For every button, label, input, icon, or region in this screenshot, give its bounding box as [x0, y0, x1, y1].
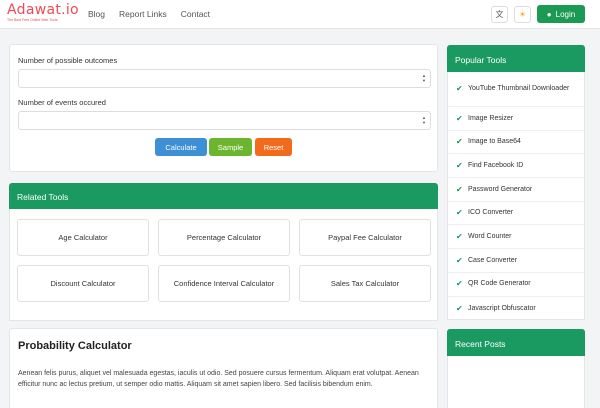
tool-sales-tax-calculator[interactable]: Sales Tax Calculator	[299, 265, 431, 302]
check-icon: ✔	[456, 255, 463, 265]
recent-posts-title: Recent Posts	[447, 329, 585, 356]
events-input[interactable]: ▲ ▼	[18, 111, 431, 130]
popular-tool-item[interactable]: ✔ QR Code Generator	[448, 273, 584, 297]
outcomes-label: Number of possible outcomes	[18, 56, 118, 65]
recent-posts-list	[447, 356, 585, 408]
check-icon: ✔	[456, 137, 463, 147]
popular-tools-title: Popular Tools	[447, 45, 585, 72]
login-button[interactable]: ● Login	[537, 5, 585, 23]
popular-tools-list: ✔ YouTube Thumbnail Downloader ✔ Image R…	[447, 72, 585, 320]
tool-confidence-interval-calculator[interactable]: Confidence Interval Calculator	[158, 265, 290, 302]
popular-tool-label: QR Code Generator	[468, 280, 531, 288]
popular-tool-item[interactable]: ✔ YouTube Thumbnail Downloader	[448, 72, 584, 107]
reset-button[interactable]: Reset	[255, 138, 292, 156]
check-icon: ✔	[456, 208, 463, 218]
site-logo[interactable]: Adawat.io The Best Free Online Web Tools	[7, 3, 79, 23]
login-label: Login	[555, 9, 576, 19]
popular-tool-item[interactable]: ✔ Image to Base64	[448, 131, 584, 155]
popular-tool-item[interactable]: ✔ ICO Converter	[448, 202, 584, 226]
check-icon: ✔	[456, 279, 463, 289]
article-card: Probability Calculator Aenean felis puru…	[9, 328, 438, 408]
nav-report-links[interactable]: Report Links	[119, 9, 167, 19]
popular-tool-label: ICO Converter	[468, 209, 514, 217]
tool-percentage-calculator[interactable]: Percentage Calculator	[158, 219, 290, 256]
popular-tool-item[interactable]: ✔ Password Generator	[448, 178, 584, 202]
popular-tool-item[interactable]: ✔ Word Counter	[448, 226, 584, 250]
calculator-card: Number of possible outcomes ▲ ▼ Number of…	[9, 44, 438, 172]
check-icon: ✔	[456, 232, 463, 242]
check-icon: ✔	[456, 160, 463, 170]
check-icon: ✔	[456, 84, 463, 94]
logo-text: Adawat.io	[7, 2, 79, 18]
popular-tool-label: Word Counter	[468, 233, 512, 241]
popular-tool-item[interactable]: ✔ Case Converter	[448, 249, 584, 273]
related-tools-title: Related Tools	[9, 183, 438, 209]
popular-tool-item[interactable]: ✔ Javascript Obfuscator	[448, 297, 584, 320]
related-tools-grid: Age Calculator Percentage Calculator Pay…	[9, 209, 438, 321]
calculate-button[interactable]: Calculate	[155, 138, 207, 156]
translate-icon: 文	[495, 10, 504, 19]
popular-tool-label: Javascript Obfuscator	[468, 304, 536, 312]
outcomes-input[interactable]: ▲ ▼	[18, 69, 431, 88]
check-icon: ✔	[456, 184, 463, 194]
nav-contact[interactable]: Contact	[181, 9, 210, 19]
popular-tool-item[interactable]: ✔ Find Facebook ID	[448, 154, 584, 179]
check-icon: ✔	[456, 303, 463, 313]
popular-tool-label: Case Converter	[468, 256, 518, 264]
popular-tool-item[interactable]: ✔ Image Resizer	[448, 107, 584, 131]
article-title: Probability Calculator	[18, 340, 132, 352]
language-button[interactable]: 文	[491, 6, 508, 23]
tool-paypal-fee-calculator[interactable]: Paypal Fee Calculator	[299, 219, 431, 256]
events-label: Number of events occured	[18, 98, 106, 107]
logo-tagline: The Best Free Online Web Tools	[7, 18, 58, 22]
theme-toggle-button[interactable]: ☀	[514, 6, 531, 23]
popular-tool-label: YouTube Thumbnail Downloader	[468, 85, 570, 93]
user-icon: ●	[546, 9, 552, 19]
tool-discount-calculator[interactable]: Discount Calculator	[17, 265, 149, 302]
number-spinner[interactable]: ▲ ▼	[422, 115, 426, 125]
main-nav: Blog Report Links Contact	[88, 9, 210, 19]
tool-age-calculator[interactable]: Age Calculator	[17, 219, 149, 256]
number-spinner[interactable]: ▲ ▼	[422, 73, 426, 83]
popular-tool-label: Image Resizer	[468, 114, 514, 122]
sun-icon: ☀	[518, 10, 527, 19]
nav-blog[interactable]: Blog	[88, 9, 105, 19]
sample-button[interactable]: Sample	[209, 138, 252, 156]
popular-tool-label: Find Facebook ID	[468, 161, 524, 169]
check-icon: ✔	[456, 113, 463, 123]
popular-tool-label: Password Generator	[468, 185, 533, 193]
popular-tool-label: Image to Base64	[468, 138, 521, 146]
top-header: Adawat.io The Best Free Online Web Tools…	[0, 0, 600, 29]
article-text: Aenean felis purus, aliquet vel malesuad…	[18, 370, 419, 388]
